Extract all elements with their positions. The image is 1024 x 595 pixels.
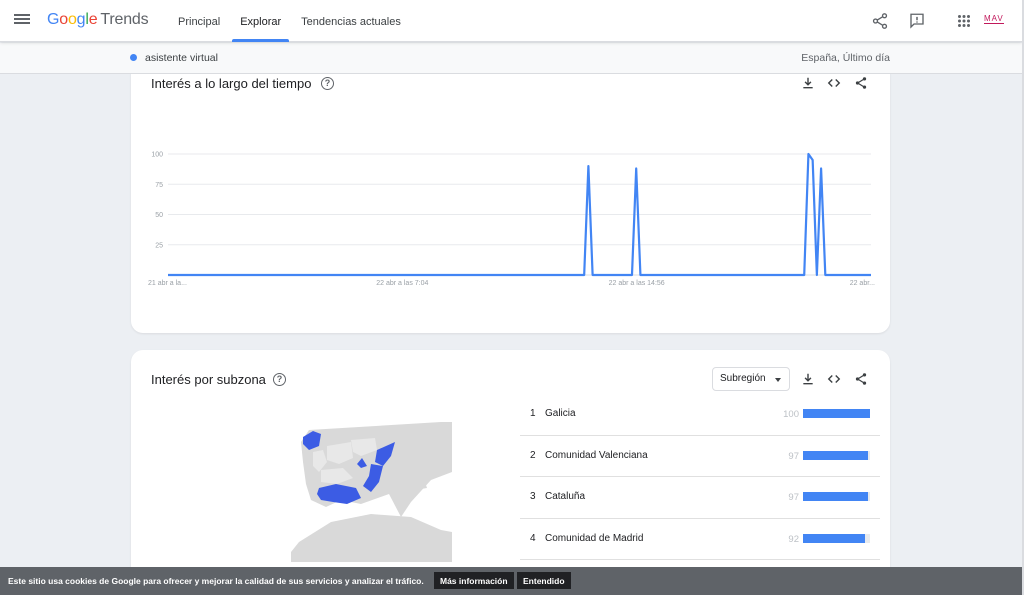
dropdown-value: Subregión (720, 373, 766, 384)
y-tick-label: 25 (155, 242, 163, 249)
interest-bar (803, 533, 865, 543)
interest-bar-track (803, 533, 870, 543)
region-name: Cataluña (545, 491, 586, 502)
tab-principal[interactable]: Principal (170, 0, 228, 42)
rank-number: 2 (530, 449, 536, 461)
help-icon[interactable]: ? (273, 373, 286, 386)
share-icon[interactable] (854, 372, 868, 386)
rank-number: 3 (530, 491, 536, 502)
interest-value: 97 (788, 450, 799, 462)
interest-bar-track (803, 492, 870, 501)
interest-over-time-card: Interés a lo largo del tiempo ? 100 75 50 2… (131, 62, 890, 333)
interest-line-chart: 100 75 50 25 21 abr a la... 22 abr a las 7:0… (148, 152, 875, 288)
interest-value: 92 (788, 533, 799, 545)
ranking-row[interactable]: 3 Cataluña 97 (520, 477, 880, 519)
interest-bar-track (803, 450, 870, 460)
rank-number: 1 (530, 408, 536, 419)
download-icon[interactable] (801, 372, 815, 386)
ranking-row[interactable]: 4 Comunidad de Madrid 92 (520, 519, 880, 560)
interest-by-subregion-card: Interés por subzona ? Subregión 1 Galici… (131, 350, 890, 595)
chart-x-ticks: 21 abr a la... 22 abr a las 7:04 22 abr a … (148, 280, 875, 287)
y-tick-label: 100 (151, 152, 163, 159)
region-name: Comunidad Valenciana (545, 449, 648, 461)
menu-icon[interactable] (14, 12, 30, 28)
tab-tendencias-actuales[interactable]: Tendencias actuales (293, 0, 409, 42)
cookie-consent-bar: Este sitio usa cookies de Google para of… (0, 567, 1022, 595)
account-avatar[interactable]: MAV (984, 14, 1004, 24)
x-tick-label: 22 abr a las 14:56 (609, 280, 665, 287)
x-tick-label: 22 abr... (850, 280, 875, 287)
interest-value: 100 (783, 409, 799, 420)
feedback-icon[interactable] (908, 12, 926, 30)
apps-icon[interactable] (955, 12, 973, 30)
tab-explorar[interactable]: Explorar (232, 0, 290, 42)
cookie-message: Este sitio usa cookies de Google para of… (8, 576, 424, 586)
google-trends-logo[interactable]: Google Trends (47, 11, 149, 29)
y-tick-label: 50 (155, 212, 163, 219)
interest-bar (803, 409, 870, 418)
rank-number: 4 (530, 532, 536, 544)
region-name: Galicia (545, 408, 576, 419)
share-icon[interactable] (871, 12, 889, 30)
x-tick-label: 21 abr a la... (148, 280, 187, 287)
interest-value: 97 (788, 492, 799, 503)
region-time-filter[interactable]: España, Último día (801, 52, 890, 64)
x-tick-label: 22 abr a las 7:04 (376, 280, 428, 287)
caret-down-icon (775, 378, 781, 382)
ranking-row[interactable]: 2 Comunidad Valenciana 97 (520, 436, 880, 477)
interest-bar-track (803, 409, 870, 418)
search-term-bar: asistente virtual España, Último día (0, 43, 1022, 74)
interest-bar (803, 450, 868, 460)
y-tick-label: 75 (155, 182, 163, 189)
top-app-bar: Google Trends Principal Explorar Tendenci… (0, 0, 1022, 42)
subregion-ranking-list: 1 Galicia 100 2 Comunidad Valenciana 97 … (520, 394, 880, 560)
interest-bar (803, 492, 868, 501)
accept-cookies-button[interactable]: Entendido (517, 572, 571, 589)
interest-by-subregion-title: Interés por subzona (151, 372, 266, 387)
search-term[interactable]: asistente virtual (145, 52, 218, 64)
resolution-dropdown[interactable]: Subregión (712, 367, 790, 391)
term-color-dot (130, 54, 137, 61)
embed-icon[interactable] (827, 372, 841, 386)
chart-y-ticks: 100 75 50 25 (151, 152, 163, 250)
ranking-row[interactable]: 1 Galicia 100 (520, 394, 880, 436)
main-nav: Principal Explorar Tendencias actuales (170, 0, 413, 42)
spain-subregion-map[interactable] (291, 422, 452, 562)
more-info-button[interactable]: Más información (434, 572, 514, 589)
region-name: Comunidad de Madrid (545, 532, 644, 544)
chart-grid (168, 153, 871, 276)
